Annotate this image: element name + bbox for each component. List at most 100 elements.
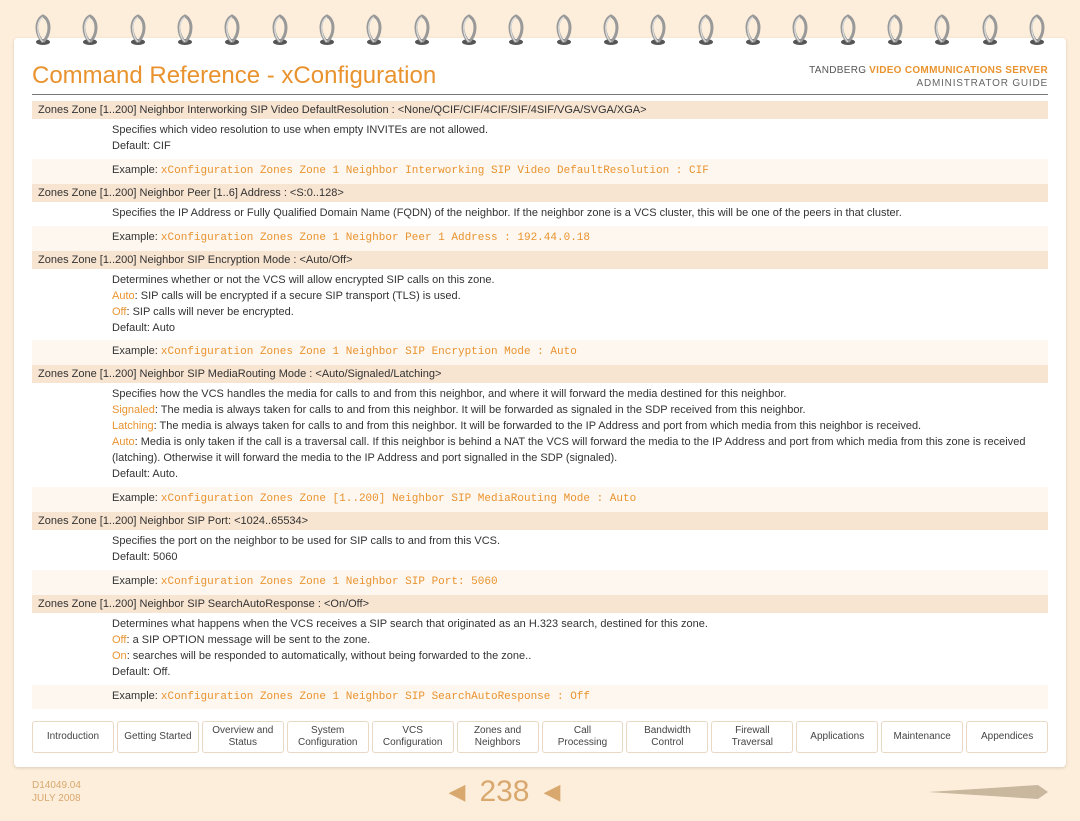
spiral-binding-icon [837,12,859,48]
nav-label: Traversal [713,737,791,749]
nav-tab[interactable]: Maintenance [881,721,963,753]
text-segment: Example: [112,575,161,587]
nav-label: Getting Started [119,731,197,743]
command-body: Example: xConfiguration Zones Zone 1 Nei… [32,685,1048,710]
page-number: 238 [479,775,529,809]
nav-tab[interactable]: Getting Started [117,721,199,753]
nav-tab[interactable]: FirewallTraversal [711,721,793,753]
nav-label: Zones and [459,725,537,737]
pager: ◀ 238 ◀ [81,775,928,809]
text-segment: Determines whether or not the VCS will a… [112,274,495,286]
text-segment: xConfiguration Zones Zone 1 Neighbor SIP… [161,691,590,703]
text-segment: Auto [112,290,135,302]
nav-label: VCS [374,725,452,737]
spiral-binding-icon [931,12,953,48]
command-body: Example: xConfiguration Zones Zone 1 Nei… [32,226,1048,251]
spiral-binding-icon [979,12,1001,48]
text-segment: : Media is only taken if the call is a t… [112,436,1025,464]
spiral-binding-icon [1026,12,1048,48]
text-segment: Default: Auto. [112,468,178,480]
command-body: Specifies which video resolution to use … [32,119,1048,159]
text-segment: Example: [112,231,161,243]
nav-label: Configuration [289,737,367,749]
nav-tab[interactable]: Applications [796,721,878,753]
text-segment: Off [112,634,126,646]
text-segment: Example: [112,345,161,357]
spiral-binding-icon [695,12,717,48]
command-body: Determines what happens when the VCS rec… [32,613,1048,685]
command-header: Zones Zone [1..200] Neighbor Peer [1..6]… [32,184,1048,202]
nav-tab[interactable]: Zones andNeighbors [457,721,539,753]
brand-subtitle: ADMINISTRATOR GUIDE [809,77,1048,90]
doc-meta: D14049.04 JULY 2008 [32,779,81,805]
spiral-binding-icon [742,12,764,48]
nav-label: System [289,725,367,737]
text-segment: xConfiguration Zones Zone 1 Neighbor Pee… [161,232,590,244]
spiral-binding-icon [553,12,575,48]
nav-label: Configuration [374,737,452,749]
nav-label: Neighbors [459,737,537,749]
page-title: Command Reference - xConfiguration [32,62,436,90]
command-body: Specifies the IP Address or Fully Qualif… [32,202,1048,226]
nav-tab[interactable]: Overview andStatus [202,721,284,753]
spiral-binding-icon [79,12,101,48]
text-segment: : SIP calls will never be encrypted. [126,306,293,318]
text-segment: Off [112,306,126,318]
nav-tab[interactable]: VCSConfiguration [372,721,454,753]
text-segment: Default: Off. [112,666,171,678]
arrow-left2-icon[interactable]: ◀ [544,779,561,805]
text-segment: : a SIP OPTION message will be sent to t… [126,634,370,646]
spiral-binding-icon [505,12,527,48]
nav-tab[interactable]: Introduction [32,721,114,753]
nav-label: Maintenance [883,731,961,743]
text-segment: xConfiguration Zones Zone 1 Neighbor SIP… [161,576,498,588]
text-segment: On [112,650,127,662]
command-body: Determines whether or not the VCS will a… [32,269,1048,341]
nav-tab[interactable]: CallProcessing [542,721,624,753]
text-segment: : The media is always taken for calls to… [154,420,922,432]
text-segment: Default: CIF [112,140,171,152]
spiral-binding-icon [269,12,291,48]
spiral-binding-icon [127,12,149,48]
nav-label: Call [544,725,622,737]
command-body: Example: xConfiguration Zones Zone 1 Nei… [32,570,1048,595]
spiral-binding-icon [174,12,196,48]
nav-label: Introduction [34,731,112,743]
nav-label: Processing [544,737,622,749]
spiral-binding-icon [458,12,480,48]
text-segment: Signaled [112,404,155,416]
forward-arrow-icon[interactable] [928,783,1048,801]
brand-company: TANDBERG [809,65,866,76]
spiral-binding-icon [789,12,811,48]
command-body: Specifies the port on the neighbor to be… [32,530,1048,570]
text-segment: : SIP calls will be encrypted if a secur… [135,290,461,302]
text-segment: Auto [112,436,135,448]
text-segment: Determines what happens when the VCS rec… [112,618,708,630]
doc-id: D14049.04 [32,779,81,792]
command-header: Zones Zone [1..200] Neighbor SIP MediaRo… [32,365,1048,383]
nav-tab[interactable]: Appendices [966,721,1048,753]
text-segment: xConfiguration Zones Zone 1 Neighbor Int… [161,165,709,177]
command-header: Zones Zone [1..200] Neighbor Interworkin… [32,101,1048,119]
nav-tab[interactable]: BandwidthControl [626,721,708,753]
command-body: Example: xConfiguration Zones Zone 1 Nei… [32,159,1048,184]
text-segment: : searches will be responded to automati… [127,650,532,662]
arrow-left-icon[interactable]: ◀ [449,779,466,805]
nav-tab[interactable]: SystemConfiguration [287,721,369,753]
nav-label: Overview and [204,725,282,737]
text-segment: xConfiguration Zones Zone 1 Neighbor SIP… [161,346,577,358]
text-segment: Example: [112,492,161,504]
spiral-binding-icon [600,12,622,48]
doc-date: JULY 2008 [32,792,81,805]
text-segment: Default: 5060 [112,551,177,563]
spiral-binding-icon [411,12,433,48]
text-segment: Default: Auto [112,322,175,334]
nav-label: Firewall [713,725,791,737]
text-segment: : The media is always taken for calls to… [155,404,806,416]
text-segment: xConfiguration Zones Zone [1..200] Neigh… [161,493,636,505]
command-body: Specifies how the VCS handles the media … [32,383,1048,487]
nav-label: Bandwidth [628,725,706,737]
command-body: Example: xConfiguration Zones Zone [1..2… [32,487,1048,512]
text-segment: Specifies which video resolution to use … [112,124,488,136]
command-header: Zones Zone [1..200] Neighbor SIP Port: <… [32,512,1048,530]
